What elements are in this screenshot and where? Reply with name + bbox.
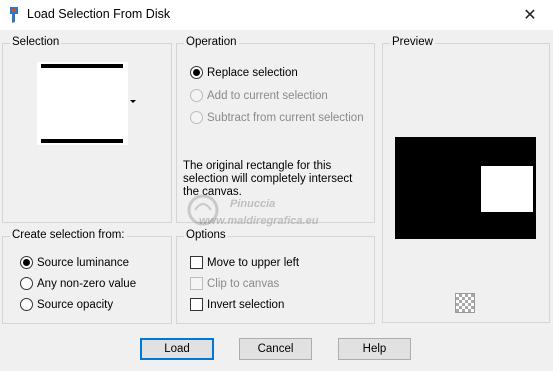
radio-button[interactable]	[20, 256, 33, 269]
preview-canvas	[395, 137, 536, 239]
close-icon: ✕	[523, 7, 537, 24]
radio-source-luminance[interactable]: Source luminance	[20, 256, 129, 269]
swatch-top-bar	[41, 64, 123, 68]
checkbox-label: Move to upper left	[207, 256, 300, 269]
radio-button[interactable]	[190, 66, 203, 79]
checkbox[interactable]	[190, 277, 203, 290]
radio-label: Add to current selection	[207, 89, 328, 102]
checkbox-clip-to-canvas[interactable]: Clip to canvas	[190, 277, 279, 290]
checkbox-move-to-upper-left[interactable]: Move to upper left	[190, 256, 299, 269]
title-bar: Load Selection From Disk ✕	[0, 0, 553, 30]
load-button[interactable]: Load	[140, 338, 214, 360]
radio-label: Replace selection	[207, 66, 298, 79]
radio-button[interactable]	[190, 89, 203, 102]
radio-label: Source luminance	[37, 256, 130, 269]
radio-label: Source opacity	[37, 298, 114, 311]
checkbox-label: Clip to canvas	[207, 277, 280, 290]
radio-button[interactable]	[20, 277, 33, 290]
preview-selection-area	[481, 166, 533, 212]
selection-group-label: Selection	[10, 36, 62, 48]
selection-swatch[interactable]	[37, 62, 128, 145]
options-group-label: Options	[184, 229, 228, 241]
operation-group-label: Operation	[184, 36, 239, 48]
radio-add-to-current-selection[interactable]: Add to current selection	[190, 89, 328, 102]
help-button[interactable]: Help	[338, 338, 411, 360]
radio-button[interactable]	[190, 111, 203, 124]
radio-source-opacity[interactable]: Source opacity	[20, 298, 113, 311]
checkerboard-icon[interactable]	[455, 293, 475, 313]
paintbrush-icon	[10, 7, 18, 23]
radio-button[interactable]	[20, 298, 33, 311]
window-title: Load Selection From Disk	[27, 7, 171, 21]
checkbox[interactable]	[190, 298, 203, 311]
checkbox-invert-selection[interactable]: Invert selection	[190, 298, 284, 311]
swatch-dropdown-arrow-icon[interactable]	[130, 100, 136, 103]
radio-label: Subtract from current selection	[207, 111, 364, 124]
checkbox-label: Invert selection	[207, 298, 285, 311]
close-button[interactable]: ✕	[507, 0, 553, 30]
radio-subtract-from-current-selection[interactable]: Subtract from current selection	[190, 111, 364, 124]
swatch-bottom-bar	[41, 139, 123, 143]
checkbox[interactable]	[190, 256, 203, 269]
radio-label: Any non-zero value	[37, 277, 137, 290]
create-selection-group-label: Create selection from:	[10, 229, 127, 241]
radio-any-non-zero-value[interactable]: Any non-zero value	[20, 277, 136, 290]
cancel-button[interactable]: Cancel	[239, 338, 312, 360]
radio-replace-selection[interactable]: Replace selection	[190, 66, 298, 79]
operation-description: The original rectangle for this selectio…	[183, 160, 353, 198]
preview-group-label: Preview	[390, 36, 435, 48]
